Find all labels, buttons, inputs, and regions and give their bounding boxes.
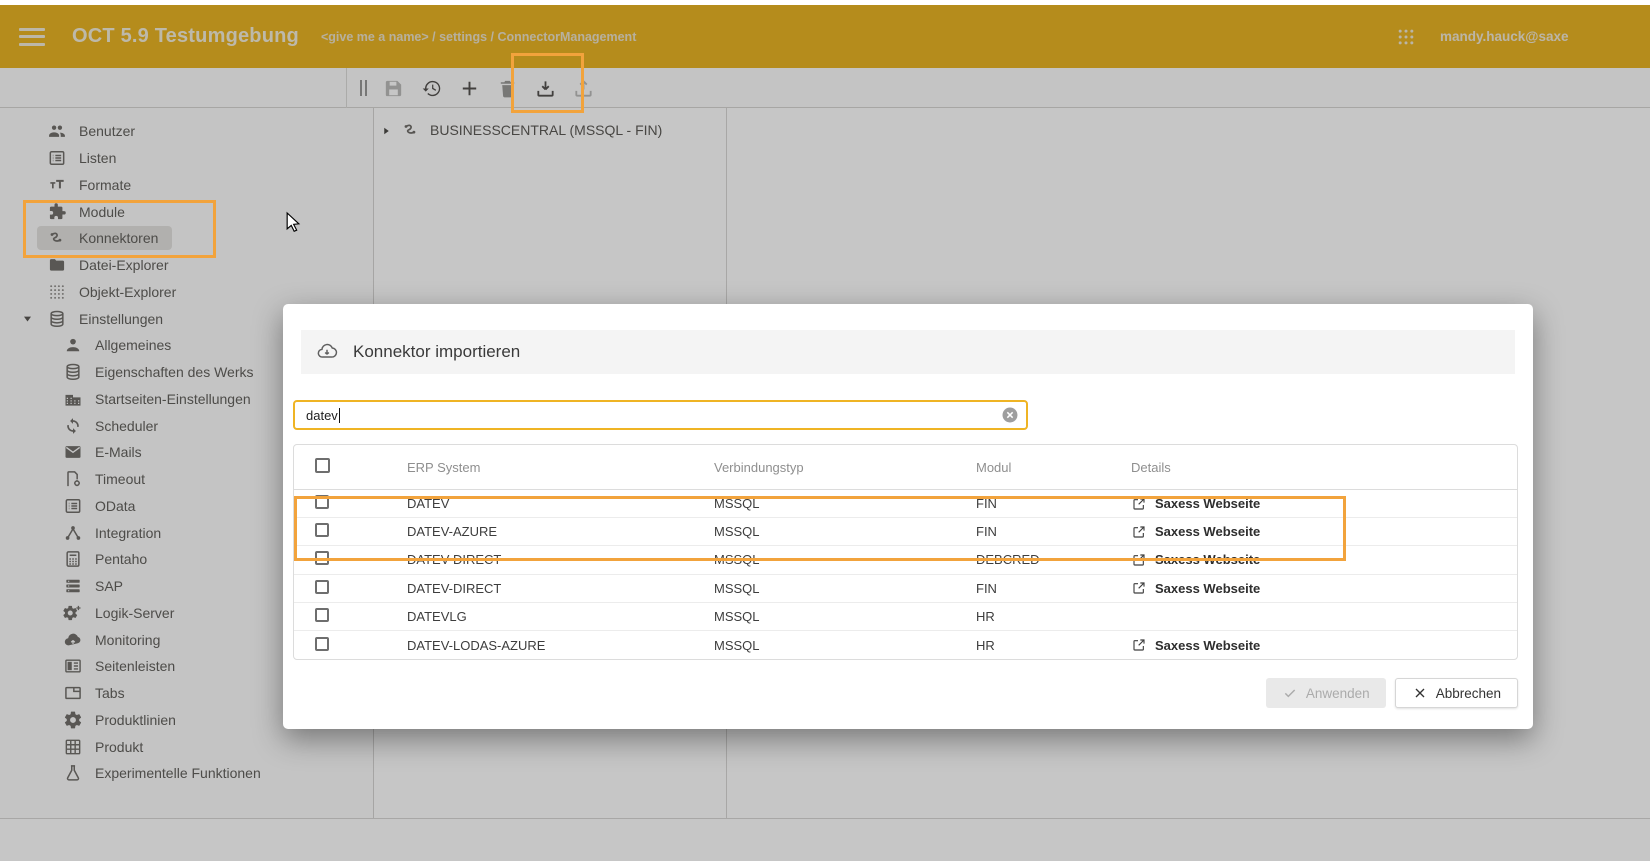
dialog-header: Konnektor importieren <box>301 330 1515 374</box>
details-link[interactable]: Saxess Webseite <box>1131 580 1517 596</box>
app-window: OCT 5.9 Testumgebung <give me a name> / … <box>0 0 1650 861</box>
row-checkbox[interactable] <box>315 523 329 537</box>
search-input[interactable]: datev <box>293 400 1028 430</box>
details-link[interactable]: Saxess Webseite <box>1131 637 1517 653</box>
row-checkbox[interactable] <box>315 637 329 651</box>
import-connector-dialog: Konnektor importieren datev ERP System V… <box>283 304 1533 729</box>
table-row[interactable]: DATEV-LODAS-AZURE MSSQL HR Saxess Websei… <box>294 631 1517 659</box>
row-checkbox[interactable] <box>315 580 329 594</box>
details-link[interactable]: Saxess Webseite <box>1131 524 1517 540</box>
check-icon <box>1282 685 1306 701</box>
connector-table: ERP System Verbindungstyp Modul Details … <box>293 444 1518 660</box>
external-link-icon <box>1131 496 1147 512</box>
row-checkbox[interactable] <box>315 551 329 565</box>
external-link-icon <box>1131 524 1147 540</box>
row-checkbox[interactable] <box>315 495 329 509</box>
table-row[interactable]: DATEV-AZURE MSSQL FIN Saxess Webseite <box>294 518 1517 546</box>
column-header-erp-system: ERP System <box>407 460 714 475</box>
dialog-title: Konnektor importieren <box>353 342 520 362</box>
external-link-icon <box>1131 580 1147 596</box>
table-row[interactable]: DATEVLG MSSQL HR <box>294 603 1517 631</box>
search-value: datev <box>306 408 338 423</box>
dialog-footer: Anwenden Abbrechen <box>1266 678 1518 708</box>
select-all-checkbox[interactable] <box>315 458 330 473</box>
cancel-button[interactable]: Abbrechen <box>1395 678 1518 708</box>
table-row[interactable]: DATEV-DIRECT MSSQL DEBCRED Saxess Websei… <box>294 546 1517 574</box>
column-header-verbindungstyp: Verbindungstyp <box>714 460 976 475</box>
column-header-modul: Modul <box>976 460 1131 475</box>
cloud-import-icon <box>316 341 338 363</box>
table-row[interactable]: DATEV-DIRECT MSSQL FIN Saxess Webseite <box>294 575 1517 603</box>
clear-search-icon[interactable] <box>1000 405 1020 425</box>
close-icon <box>1412 685 1436 701</box>
column-header-details: Details <box>1131 460 1517 475</box>
row-checkbox[interactable] <box>315 608 329 622</box>
details-link[interactable]: Saxess Webseite <box>1131 496 1517 512</box>
external-link-icon <box>1131 637 1147 653</box>
external-link-icon <box>1131 552 1147 568</box>
text-caret <box>339 408 340 423</box>
table-row[interactable]: DATEV MSSQL FIN Saxess Webseite <box>294 490 1517 518</box>
apply-button[interactable]: Anwenden <box>1266 678 1386 708</box>
table-header-row: ERP System Verbindungstyp Modul Details <box>294 445 1517 490</box>
details-link[interactable]: Saxess Webseite <box>1131 552 1517 568</box>
